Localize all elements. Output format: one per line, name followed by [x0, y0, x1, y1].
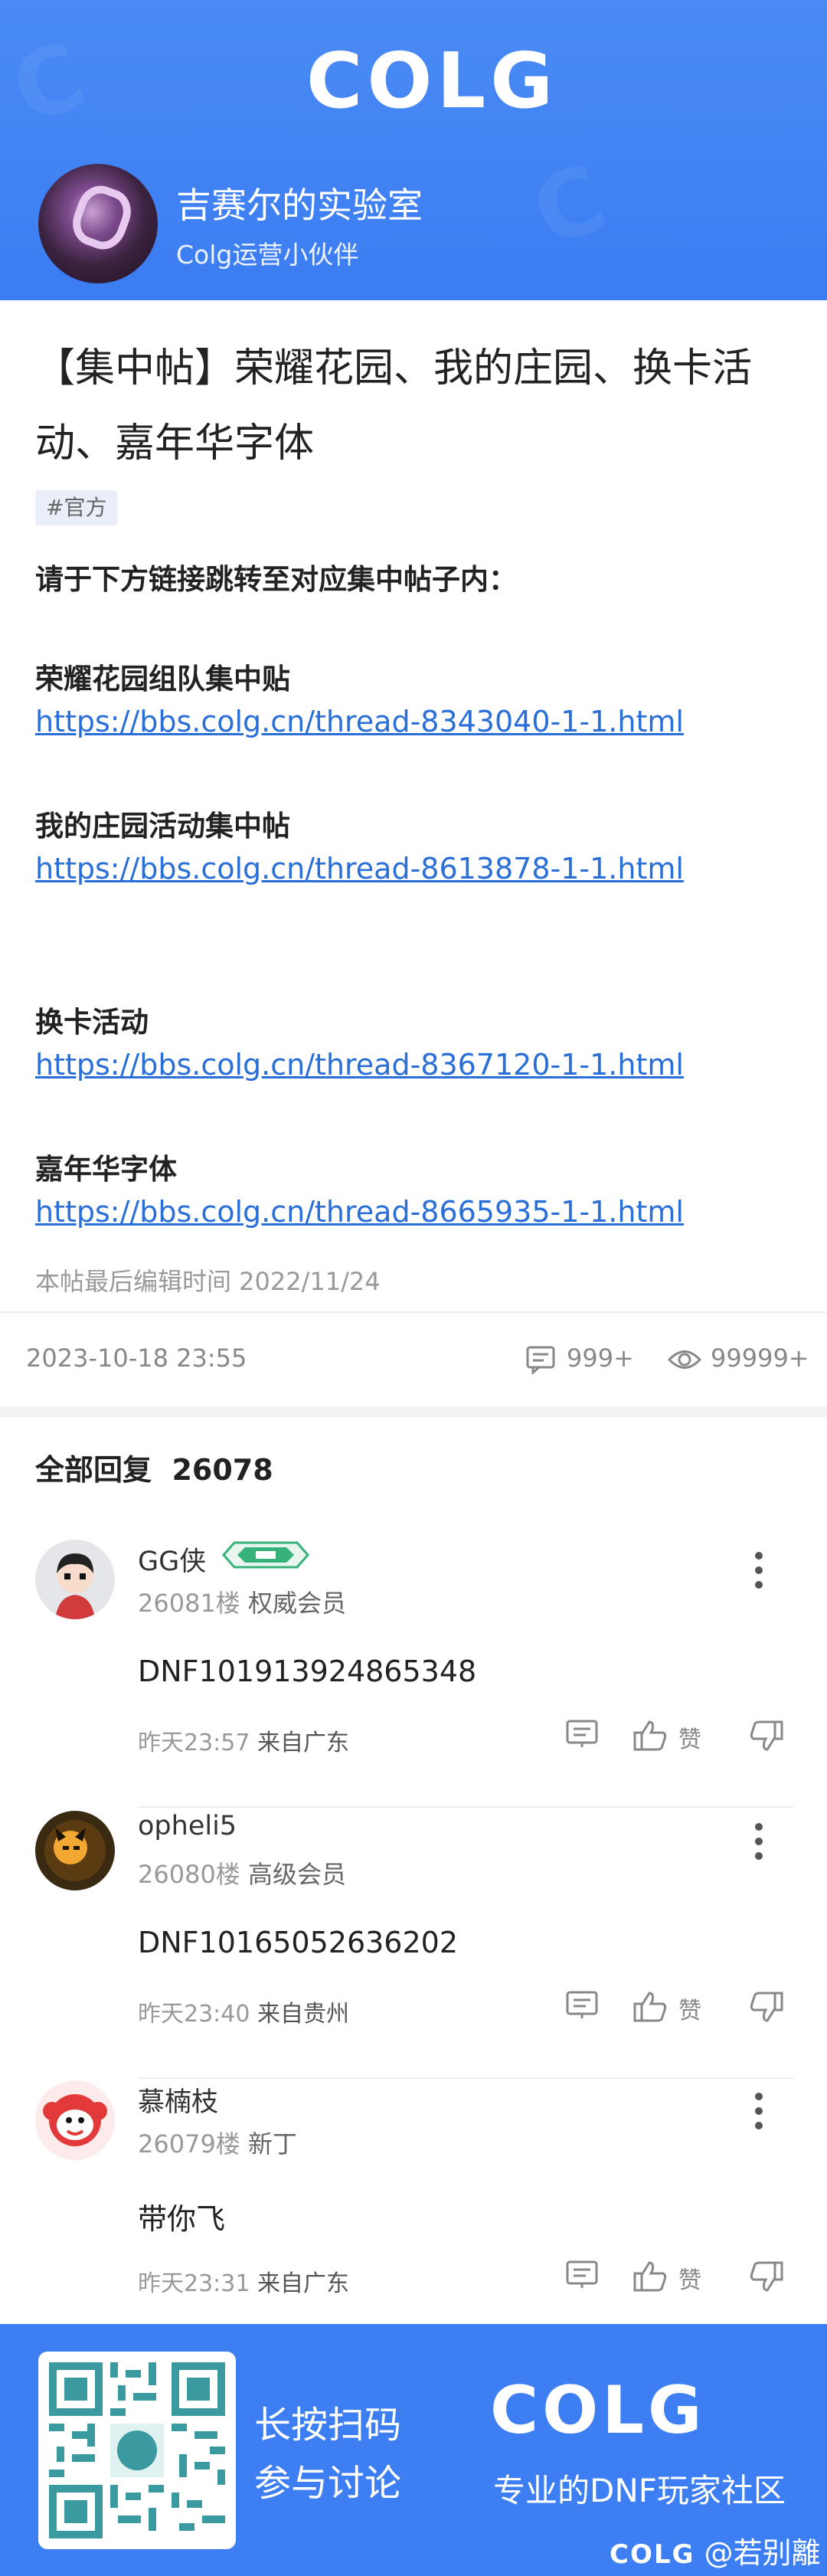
- avatar-image: [35, 2080, 115, 2160]
- reply-icon[interactable]: [565, 1719, 599, 1750]
- reply-level: 权威会员: [247, 1589, 346, 1618]
- user-avatar[interactable]: [35, 2080, 115, 2160]
- thumb-down-icon[interactable]: [749, 2260, 784, 2293]
- author-name[interactable]: 吉赛尔的实验室: [176, 178, 423, 228]
- footer-credit: COLG @若别離: [610, 2529, 821, 2571]
- scan-hint-line2: 参与讨论: [254, 2462, 402, 2505]
- section-title: 我的庄园活动集中帖: [35, 810, 290, 843]
- replies-heading-label: 全部回复: [35, 1453, 152, 1487]
- reply-floor-level: 26081楼 权威会员: [138, 1584, 346, 1619]
- reply-floor: 26081楼: [138, 1589, 240, 1618]
- reply-content: DNF10165052636202: [138, 1926, 459, 1959]
- qr-code-pattern: [49, 2362, 225, 2538]
- footer-slogan: 专业的DNF玩家社区: [493, 2472, 786, 2509]
- more-vertical-icon[interactable]: [755, 1823, 766, 1867]
- reply-floor: 26079楼: [138, 2129, 240, 2159]
- post-title: 【集中帖】荣耀花园、我的庄园、换卡活动、嘉年华字体: [35, 345, 753, 466]
- reply-item: opheli5 26080楼 高级会员 DNF10165052636202 昨天…: [0, 1811, 827, 2080]
- comment-count: 999+: [567, 1344, 634, 1373]
- watermark-pattern: C: [0, 22, 100, 146]
- watermark-pattern: C: [519, 145, 620, 268]
- post-date: 2023-10-18 23:55: [26, 1344, 247, 1373]
- thumb-up-icon[interactable]: [633, 1719, 668, 1753]
- reply-meta: 昨天23:57 来自广东: [138, 1723, 349, 1757]
- user-avatar[interactable]: [35, 1540, 115, 1619]
- avatar-image: [35, 1540, 115, 1619]
- author-avatar[interactable]: [38, 164, 158, 283]
- eye-icon: [668, 1350, 701, 1369]
- replies-heading: 全部回复 26078: [35, 1446, 273, 1488]
- footer-colg-logo: COLG: [490, 2372, 706, 2449]
- reply-item: GG侠 26081楼 权威会员 DNF101913924865348 昨天23:…: [0, 1540, 827, 1809]
- thread-link[interactable]: https://bbs.colg.cn/thread-8367120-1-1.h…: [35, 1048, 684, 1082]
- reply-level: 高级会员: [247, 1860, 346, 1889]
- reply-meta: 昨天23:40 来自贵州: [138, 1995, 349, 2028]
- section-title: 荣耀花园组队集中贴: [35, 663, 290, 696]
- thread-link[interactable]: https://bbs.colg.cn/thread-8613878-1-1.h…: [35, 852, 684, 885]
- reply-time: 昨天23:57: [138, 1730, 250, 1756]
- section-title: 换卡活动: [35, 1006, 149, 1039]
- reply-floor-level: 26079楼 新丁: [138, 2125, 297, 2160]
- divider: [0, 1311, 827, 1313]
- thumb-down-icon[interactable]: [749, 1719, 784, 1753]
- reply-divider: [138, 1806, 793, 1808]
- reply-location: 来自广东: [257, 1730, 350, 1756]
- credit-logo: COLG: [610, 2539, 695, 2570]
- like-label: 赞: [678, 2267, 701, 2294]
- more-vertical-icon[interactable]: [755, 1552, 766, 1596]
- thread-link[interactable]: https://bbs.colg.cn/thread-8343040-1-1.h…: [35, 705, 684, 738]
- reply-floor: 26080楼: [138, 1860, 240, 1889]
- qr-code-icon[interactable]: [38, 2352, 236, 2549]
- reply-level: 新丁: [247, 2129, 297, 2159]
- post-tag[interactable]: #官方: [35, 490, 118, 525]
- credit-user: @若别離: [704, 2536, 821, 2570]
- avatar-image: [66, 179, 138, 256]
- reply-divider: [138, 2077, 793, 2079]
- reply-item: 慕楠枝 26079楼 新丁 带你飞 昨天23:31 来自广东 赞: [0, 2080, 827, 2350]
- author-role: Colg运营小伙伴: [176, 240, 359, 270]
- avatar-image: [35, 1811, 115, 1890]
- post-intro: 请于下方链接跳转至对应集中帖子内：: [35, 563, 517, 596]
- colg-logo: COLG: [306, 36, 558, 126]
- reply-time: 昨天23:31: [138, 2270, 250, 2297]
- reply-floor-level: 26080楼 高级会员: [138, 1855, 346, 1890]
- thread-link[interactable]: https://bbs.colg.cn/thread-8665935-1-1.h…: [35, 1195, 684, 1229]
- reply-time: 昨天23:40: [138, 2001, 250, 2028]
- comment-icon[interactable]: [525, 1345, 556, 1374]
- like-label: 赞: [678, 1727, 701, 1753]
- scan-hint-line1: 长按扫码: [254, 2404, 402, 2447]
- reply-icon[interactable]: [565, 1990, 599, 2021]
- view-count: 99999+: [711, 1344, 809, 1373]
- reply-location: 来自贵州: [257, 2001, 350, 2028]
- thumb-up-icon[interactable]: [633, 2260, 668, 2293]
- reply-icon[interactable]: [565, 2260, 599, 2290]
- thumb-down-icon[interactable]: [749, 1990, 784, 2024]
- edit-note: 本帖最后编辑时间 2022/11/24: [35, 1267, 381, 1296]
- more-vertical-icon[interactable]: [755, 2093, 766, 2136]
- section-title: 嘉年华字体: [35, 1153, 177, 1186]
- user-avatar[interactable]: [35, 1811, 115, 1890]
- share-footer: 长按扫码 参与讨论 COLG 专业的DNF玩家社区 COLG @若别離: [0, 2324, 827, 2576]
- post-header: C C COLG 吉赛尔的实验室 Colg运营小伙伴: [0, 0, 827, 300]
- section-separator: [0, 1406, 827, 1417]
- reply-location: 来自广东: [257, 2270, 350, 2297]
- replies-total: 26078: [172, 1453, 273, 1487]
- thumb-up-icon[interactable]: [633, 1990, 668, 2024]
- like-label: 赞: [678, 1998, 701, 2024]
- reply-username[interactable]: opheli5: [138, 1811, 237, 1841]
- vip-badge-icon: [222, 1541, 309, 1569]
- reply-username[interactable]: 慕楠枝: [138, 2080, 218, 2119]
- reply-username[interactable]: GG侠: [138, 1540, 206, 1579]
- reply-content: 带你飞: [138, 2202, 226, 2236]
- reply-meta: 昨天23:31 来自广东: [138, 2264, 349, 2298]
- reply-content: DNF101913924865348: [138, 1655, 477, 1688]
